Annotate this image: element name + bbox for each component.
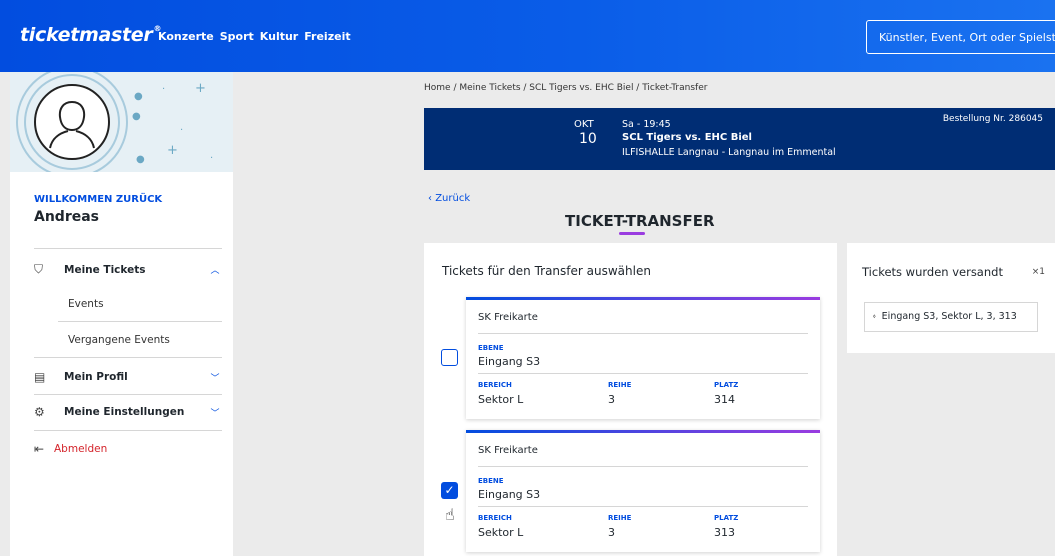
ebene-value: Eingang S3 [478,488,541,501]
gear-icon: ⚙ [34,405,45,419]
chevron-down-icon[interactable]: ﹀ [208,371,222,384]
ticket-checkbox-checked[interactable]: ✓ [441,482,458,499]
back-label: Zurück [435,193,471,204]
chevron-up-icon[interactable]: ︿ [208,263,222,276]
transfer-heading: Tickets für den Transfer auswählen [442,264,651,278]
sidebar-item-label: Meine Tickets [64,263,146,276]
reihe-value: 3 [608,393,615,406]
sidebar-subitem-past-events[interactable]: Vergangene Events [68,334,170,346]
event-venue: ILFISHALLE Langnau - Langnau im Emmental [622,147,836,158]
divider [478,333,808,334]
divider [478,466,808,467]
platz-label: PLATZ [714,514,739,522]
ticket-icon: ⬫ [873,311,876,322]
bereich-value: Sektor L [478,526,524,539]
decor-dot: · [210,153,214,164]
decor-plus: + [167,143,178,158]
back-link[interactable]: ‹ Zurück [428,193,470,204]
decor-dot: · [180,125,184,136]
search-input[interactable]: Künstler, Event, Ort oder Spielstä [866,20,1055,54]
ebene-label: EBENE [478,344,504,352]
sidebar-item-label: Abmelden [54,443,108,455]
sent-count: ×1 [1031,267,1045,277]
sent-ticket-item: ⬫ Eingang S3, Sektor L, 3, 313 [864,302,1038,332]
sidebar-item-profile[interactable]: ▤ Mein Profil ﹀ [34,370,222,384]
sent-ticket-label: Eingang S3, Sektor L, 3, 313 [881,311,1017,322]
sidebar-item-settings[interactable]: ⚙ Meine Einstellungen ﹀ [34,405,222,419]
platz-label: PLATZ [714,381,739,389]
decor-dot: · [162,84,166,95]
reihe-label: REIHE [608,514,632,522]
breadcrumb[interactable]: Home / Meine Tickets / SCL Tigers vs. EH… [424,83,707,93]
divider [34,248,222,249]
ticket-card[interactable]: SK Freikarte EBENE Eingang S3 BEREICH Se… [466,297,820,419]
decor-plus: + [195,81,206,96]
platz-value: 313 [714,526,735,539]
decor-dot: ● [134,91,143,102]
nav-freizeit[interactable]: Freizeit [304,30,350,43]
platz-value: 314 [714,393,735,406]
sent-tickets-panel: Tickets wurden versandt ×1 ⬫ Eingang S3, … [847,243,1055,353]
sent-heading: Tickets wurden versandt [862,265,1003,279]
main-nav: Konzerte Sport Kultur Freizeit [158,30,351,43]
avatar-banner: ● · + ● · ● + · [10,72,233,172]
divider [478,373,808,374]
ticketmaster-logo[interactable]: ticketmaster® [20,24,161,46]
order-number: Bestellung Nr. 286045 [942,114,1043,124]
ebene-label: EBENE [478,477,504,485]
reihe-label: REIHE [608,381,632,389]
bereich-label: BEREICH [478,381,512,389]
sidebar-subitem-events[interactable]: Events [68,298,104,310]
decor-dot: ● [136,154,145,165]
sidebar-item-tickets[interactable]: ⛉ Meine Tickets ︿ [34,262,222,277]
title-underline [619,232,645,235]
ebene-value: Eingang S3 [478,355,541,368]
ticket-checkbox[interactable] [441,349,458,366]
event-header: OKT 10 Sa - 19:45 SCL Tigers vs. EHC Bie… [424,108,1055,170]
bereich-label: BEREICH [478,514,512,522]
sidebar-item-label: Mein Profil [64,371,128,383]
event-month: OKT [574,119,594,130]
nav-konzerte[interactable]: Konzerte [158,30,214,43]
avatar [34,84,110,160]
user-name: Andreas [34,209,100,225]
nav-kultur[interactable]: Kultur [260,30,298,43]
welcome-label: WILLKOMMEN ZURÜCK [34,194,163,205]
divider [34,394,222,395]
nav-sport[interactable]: Sport [220,30,254,43]
ticket-icon: ⛉ [34,262,44,276]
transfer-panel: Tickets für den Transfer auswählen SK Fr… [424,243,837,556]
event-title: SCL Tigers vs. EHC Biel [622,132,752,143]
hand-cursor-icon: ☝ [445,505,455,524]
account-sidebar: ● · + ● · ● + · WILLKOMMEN ZURÜCK Andrea… [10,72,233,556]
sidebar-item-logout[interactable]: ⇤ Abmelden [34,442,222,456]
page-title: TICKET-TRANSFER [565,212,715,230]
ticket-type: SK Freikarte [478,445,538,456]
logout-icon: ⇤ [34,442,45,456]
id-card-icon: ▤ [34,370,46,384]
chevron-down-icon[interactable]: ﹀ [208,406,222,419]
divider [34,357,222,358]
top-header: ticketmaster® Konzerte Sport Kultur Frei… [0,0,1055,72]
ticket-type: SK Freikarte [478,312,538,323]
divider [58,321,222,322]
event-time: Sa - 19:45 [622,119,671,130]
reihe-value: 3 [608,526,615,539]
sidebar-item-label: Meine Einstellungen [64,406,185,418]
divider [34,430,222,431]
decor-dot: ● [132,111,141,122]
user-silhouette-icon [49,100,95,149]
bereich-value: Sektor L [478,393,524,406]
ticket-card[interactable]: SK Freikarte EBENE Eingang S3 BEREICH Se… [466,430,820,552]
divider [478,506,808,507]
event-day: 10 [579,131,597,147]
